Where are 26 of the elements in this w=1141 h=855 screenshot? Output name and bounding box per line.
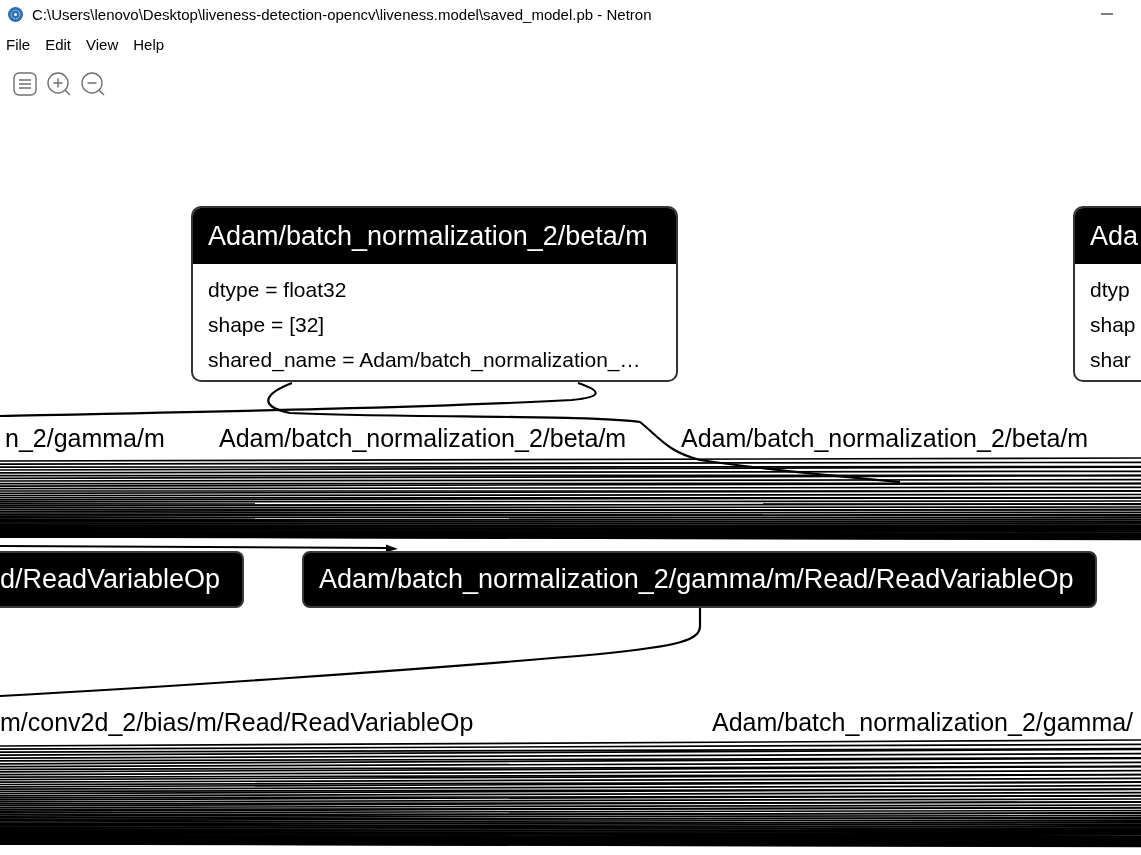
node-attribute: shar xyxy=(1090,347,1131,373)
menu-item[interactable]: Help xyxy=(133,35,165,53)
node-attribute: shared_name = Adam/batch_normalization_… xyxy=(208,347,641,374)
menu-item[interactable]: Edit xyxy=(45,35,72,53)
operator-node[interactable]: d/ReadVariableOp xyxy=(0,551,245,608)
edge-label: m/conv2d_2/bias/m/Read/ReadVariableOp xyxy=(0,708,474,736)
edge-label: Adam/batch_normalization_2/beta/m xyxy=(681,424,1089,452)
node-attribute: dtype = float32 xyxy=(208,277,347,303)
menu-item[interactable]: View xyxy=(86,35,119,53)
edge-label: n_2/gamma/m xyxy=(5,424,165,452)
graph-node[interactable]: Adam/batch_normalization_2/beta/m dtype = float32 shape = [32] shared_name = Adam/batch_normalization_… xyxy=(191,206,678,382)
menu-icon[interactable] xyxy=(13,72,37,96)
node-attribute: dtyp xyxy=(1090,277,1130,303)
zoom-in-icon[interactable] xyxy=(47,72,71,96)
node-title: Ada xyxy=(1075,208,1141,264)
menu-item[interactable]: File xyxy=(6,35,31,53)
graph-node[interactable]: Ada dtyp shap shar xyxy=(1073,206,1141,382)
node-attribute: shape = [32] xyxy=(208,312,325,338)
zoom-out-icon[interactable] xyxy=(81,72,105,96)
edge-label: Adam/batch_normalization_2/beta/m xyxy=(219,424,627,452)
app-icon xyxy=(8,6,23,22)
node-title: Adam/batch_normalization_2/beta/m xyxy=(193,208,676,264)
node-attribute: shap xyxy=(1090,312,1136,338)
operator-node[interactable]: Adam/batch_normalization_2/gamma/m/Read/ReadVariableOp xyxy=(302,551,1098,608)
window-title: C:\Users\lenovo\Desktop\liveness-detection-opencv\liveness.model\saved_model.pb - Netron xyxy=(32,5,652,23)
edge-label: Adam/batch_normalization_2/gamma/ xyxy=(712,708,1134,736)
